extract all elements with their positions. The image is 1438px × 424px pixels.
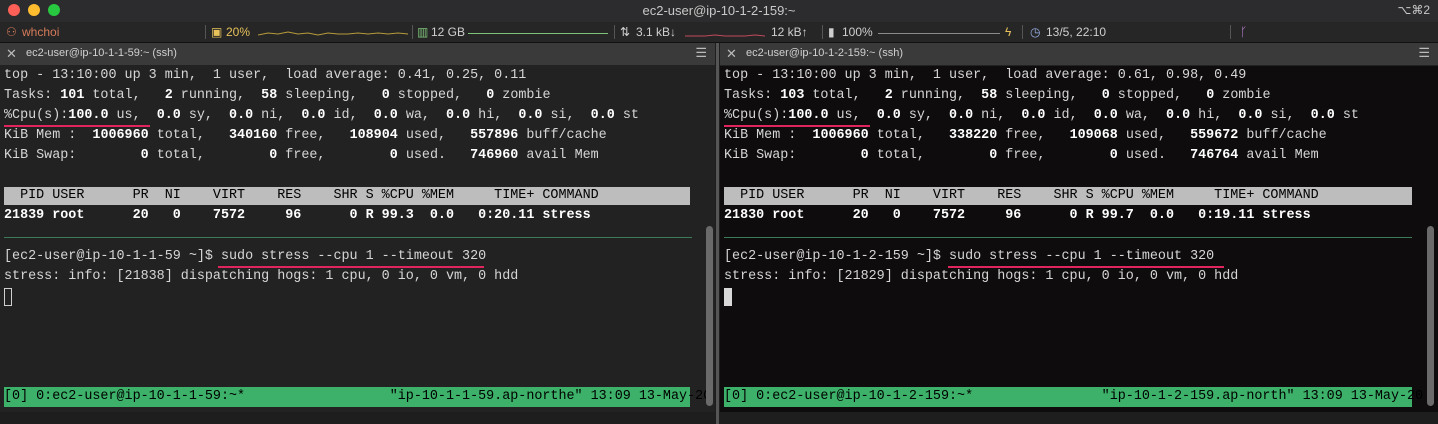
process-table-header: PID USER PR NI VIRT RES SHR S %CPU %MEM … [724,187,1412,205]
battery-icon: ▮ [828,25,835,39]
left-terminal[interactable]: top - 13:10:00 up 3 min, 1 user, load av… [0,66,715,412]
date-time: 13/5, 22:10 [1046,25,1107,39]
tmux-status-line: [0] 0:ec2-user@ip-10-1-1-59:~* "ip-10-1-… [4,387,711,407]
memory-usage: 12 GB [431,25,466,39]
network-graph [685,34,765,37]
cpu-icon: ▣ [211,25,223,39]
terminal-cursor [724,288,732,306]
terminal-cursor [4,288,12,306]
stress-output-line: stress: info: [21829] dispatching hogs: … [724,269,1239,284]
pane-menu-icon[interactable]: ☰ [1418,45,1430,61]
swap-line: KiB Swap: 0 total, 0 free, 0 used. 74676… [724,148,1319,163]
pane-divider[interactable] [716,43,719,424]
mem-line: KiB Mem : 1006960 total, 338220 free, 10… [724,128,1327,143]
stress-command: sudo stress --cpu 1 --timeout 320 [220,249,487,264]
network-up: 12 kB↑ [771,25,808,39]
memory-graph [468,33,608,34]
tasks-line: Tasks: 101 total, 2 running, 58 sleeping… [4,88,551,103]
shell-prompt-line: [ec2-user@ip-10-1-1-59 ~]$ sudo stress -… [4,249,487,264]
process-row: 21839 root 20 0 7572 96 0 R 99.3 0.0 0:2… [4,208,591,223]
close-pane-icon[interactable]: ✕ [6,46,17,62]
battery-level: 100% [842,25,873,39]
process-table-header: PID USER PR NI VIRT RES SHR S %CPU %MEM … [4,187,690,205]
status-bar: ⚇ whchoi ▣ 20% ▥ 12 GB ⇅ 3.1 kB↓ 12 kB↑ … [0,22,1438,43]
right-terminal[interactable]: top - 13:10:00 up 3 min, 1 user, load av… [720,66,1438,412]
window-title: ec2-user@ip-10-1-2-159:~ [642,3,796,18]
shell-prompt-line: [ec2-user@ip-10-1-2-159 ~]$ sudo stress … [724,249,1215,264]
tmux-split-divider [724,237,1412,238]
git-branch-icon: ᚴ [1240,25,1248,39]
cpu-usage: 20% [226,25,251,39]
cpu-graph [258,31,408,36]
mem-line: KiB Mem : 1006960 total, 340160 free, 10… [4,128,607,143]
window-titlebar: ec2-user@ip-10-1-2-159:~ ⌥⌘2 [0,0,1438,23]
window-shortcut: ⌥⌘2 [1397,3,1430,17]
process-row: 21830 root 20 0 7572 96 0 R 99.7 0.0 0:1… [724,208,1311,223]
right-pane-tab[interactable]: ✕ ec2-user@ip-10-1-2-159:~ (ssh) ☰ [720,43,1438,66]
left-pane-title: ec2-user@ip-10-1-1-59:~ (ssh) [26,47,177,59]
tmux-split-divider [4,237,692,238]
user-name: whchoi [22,25,60,39]
cpu-line: %Cpu(s):100.0 us, 0.0 sy, 0.0 ni, 0.0 id… [4,108,639,123]
right-scrollbar[interactable] [1427,226,1434,406]
pane-menu-icon[interactable]: ☰ [695,45,707,61]
network-icon: ⇅ [620,25,631,39]
charging-icon: ϟ [1005,25,1012,39]
top-summary-line: top - 13:10:00 up 3 min, 1 user, load av… [724,68,1247,83]
stress-command: sudo stress --cpu 1 --timeout 320 [949,249,1215,264]
swap-line: KiB Swap: 0 total, 0 free, 0 used. 74696… [4,148,599,163]
stress-output-line: stress: info: [21838] dispatching hogs: … [4,269,519,284]
user-icon: ⚇ [6,25,17,39]
cpu-line: %Cpu(s):100.0 us, 0.0 sy, 0.0 ni, 0.0 id… [724,108,1359,123]
top-summary-line: top - 13:10:00 up 3 min, 1 user, load av… [4,68,527,83]
close-pane-icon[interactable]: ✕ [726,46,737,62]
clock-icon: ◷ [1030,25,1041,39]
left-scrollbar[interactable] [706,226,713,406]
tmux-status-line: [0] 0:ec2-user@ip-10-1-2-159:~* "ip-10-1… [724,387,1423,407]
tasks-line: Tasks: 103 total, 2 running, 58 sleeping… [724,88,1271,103]
right-pane-title: ec2-user@ip-10-1-2-159:~ (ssh) [746,47,903,59]
memory-icon: ▥ [417,25,429,39]
network-down: 3.1 kB↓ [636,25,677,39]
left-pane-tab[interactable]: ✕ ec2-user@ip-10-1-1-59:~ (ssh) ☰ [0,43,715,66]
battery-graph [878,33,1000,34]
